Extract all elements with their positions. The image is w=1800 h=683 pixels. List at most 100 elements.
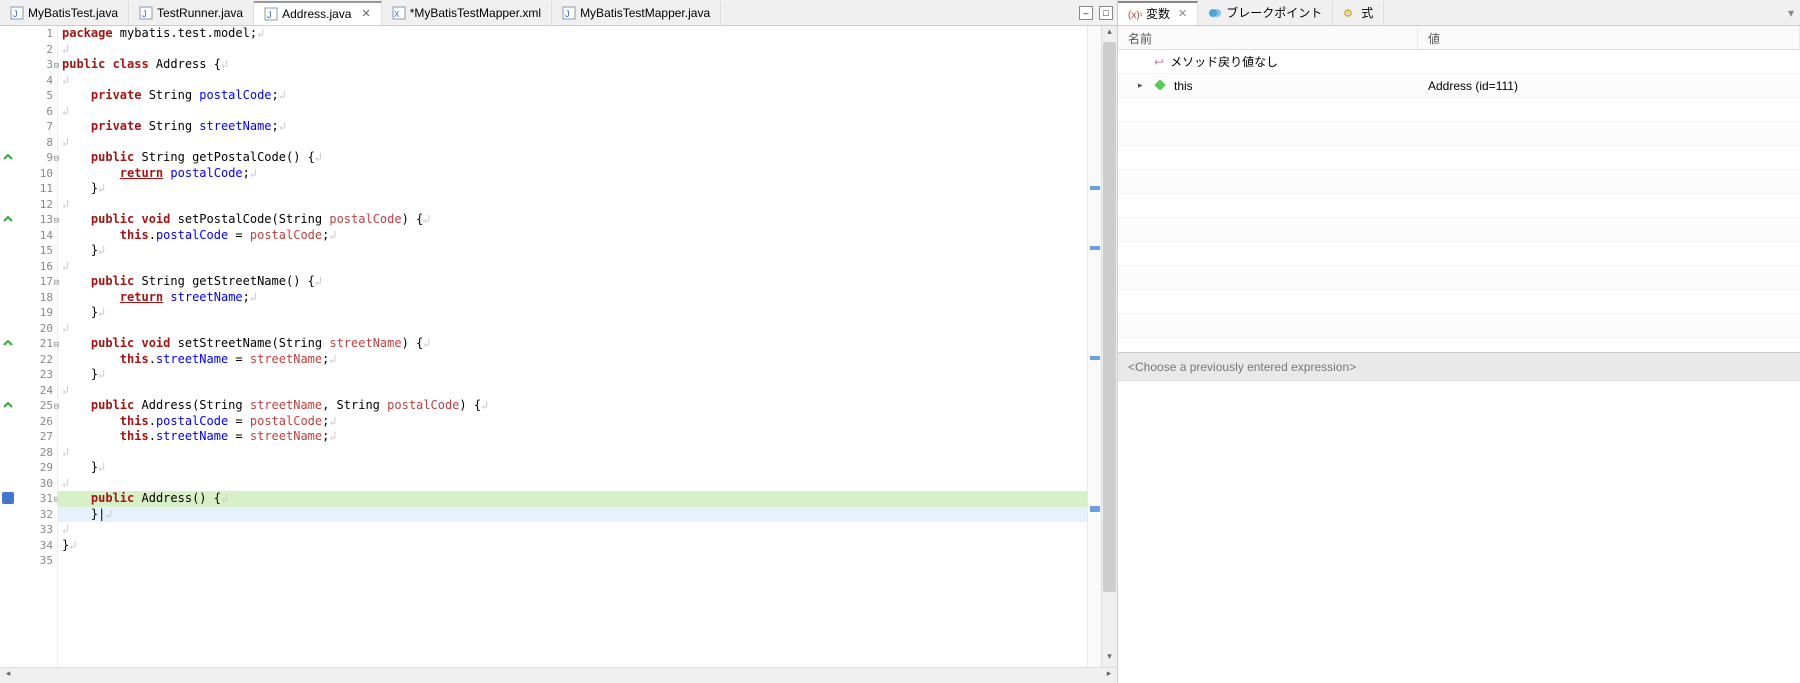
override-marker-icon[interactable] [2,399,14,411]
code-line[interactable]: private String streetName;↲ [58,119,1087,135]
gutter-line[interactable]: 27 [0,429,57,445]
code-line[interactable]: this.streetName = streetName;↲ [58,352,1087,368]
code-line[interactable]: return postalCode;↲ [58,166,1087,182]
code-line[interactable] [58,553,1087,569]
code-line[interactable]: package mybatis.test.model;↲ [58,26,1087,42]
gutter-line[interactable]: 28 [0,445,57,461]
code-line[interactable]: private String postalCode;↲ [58,88,1087,104]
code-line[interactable]: public class Address {↲ [58,57,1087,73]
code-line[interactable]: }↲ [58,181,1087,197]
code-line[interactable]: ↲ [58,476,1087,492]
code-line[interactable]: public String getPostalCode() {↲ [58,150,1087,166]
gutter-line[interactable]: 16 [0,259,57,275]
gutter-line[interactable]: 17⊟ [0,274,57,290]
code-line[interactable]: ↲ [58,522,1087,538]
gutter-line[interactable]: 33 [0,522,57,538]
code-line[interactable]: ↲ [58,135,1087,151]
expression-details[interactable] [1118,380,1800,683]
column-header-value[interactable]: 値 [1418,26,1800,49]
gutter-line[interactable]: 31⊟ [0,491,57,507]
gutter-line[interactable]: 8 [0,135,57,151]
expand-toggle-icon[interactable]: ▸ [1138,80,1148,91]
code-line[interactable]: this.postalCode = postalCode;↲ [58,414,1087,430]
gutter-line[interactable]: 35 [0,553,57,569]
code-line[interactable]: return streetName;↲ [58,290,1087,306]
overview-marker[interactable] [1090,506,1100,512]
editor-tab[interactable]: X*MyBatisTestMapper.xml [382,1,552,25]
gutter-line[interactable]: 11 [0,181,57,197]
gutter-line[interactable]: 20 [0,321,57,337]
code-line[interactable]: ↲ [58,259,1087,275]
overview-marker[interactable] [1090,356,1100,360]
code-line[interactable]: public Address(String streetName, String… [58,398,1087,414]
gutter-line[interactable]: 1 [0,26,57,42]
gutter-line[interactable]: 7 [0,119,57,135]
scroll-up-arrow[interactable]: ▴ [1102,26,1117,42]
gutter-line[interactable]: 29 [0,460,57,476]
horizontal-scrollbar[interactable]: ◂ ▸ [0,667,1117,683]
vertical-scrollbar[interactable]: ▴ ▾ [1101,26,1117,667]
gutter-line[interactable]: 23 [0,367,57,383]
variables-tree[interactable]: ↩メソッド戻り値なし▸thisAddress (id=111) [1118,50,1800,352]
gutter-line[interactable]: 18 [0,290,57,306]
column-header-name[interactable]: 名前 [1118,26,1418,49]
gutter-line[interactable]: 12 [0,197,57,213]
code-line[interactable]: ↲ [58,42,1087,58]
code-line[interactable]: ↲ [58,383,1087,399]
override-marker-icon[interactable] [2,213,14,225]
code-line[interactable]: this.postalCode = postalCode;↲ [58,228,1087,244]
debug-current-line-icon[interactable] [2,492,14,504]
code-line[interactable]: ↲ [58,445,1087,461]
debug-view-tab[interactable]: ⚙式 [1333,1,1384,25]
overview-marker[interactable] [1090,186,1100,190]
close-icon[interactable]: ✕ [1178,7,1187,20]
override-marker-icon[interactable] [2,151,14,163]
gutter-line[interactable]: 21⊟ [0,336,57,352]
gutter-line[interactable]: 13⊟ [0,212,57,228]
scroll-left-arrow[interactable]: ◂ [0,668,16,683]
code-line[interactable]: }↲ [58,367,1087,383]
code-line[interactable]: public Address() {↲ [58,491,1087,507]
code-line[interactable]: public void setPostalCode(String postalC… [58,212,1087,228]
code-line[interactable]: ↲ [58,104,1087,120]
code-line[interactable]: ↲ [58,197,1087,213]
editor-tab[interactable]: JAddress.java✕ [254,1,382,25]
scroll-down-arrow[interactable]: ▾ [1102,651,1117,667]
gutter-line[interactable]: 15 [0,243,57,259]
gutter-line[interactable]: 25⊟ [0,398,57,414]
gutter-line[interactable]: 34 [0,538,57,554]
code-line[interactable]: public String getStreetName() {↲ [58,274,1087,290]
expression-chooser[interactable]: <Choose a previously entered expression> [1118,352,1800,380]
code-body[interactable]: package mybatis.test.model;↲↲public clas… [58,26,1087,667]
gutter-line[interactable]: 5 [0,88,57,104]
code-line[interactable]: ↲ [58,321,1087,337]
code-line[interactable]: }|↲ [58,507,1087,523]
gutter-line[interactable]: 10 [0,166,57,182]
editor-tab[interactable]: JMyBatisTestMapper.java [552,1,721,25]
code-editor[interactable]: 123⊟456789⊟10111213⊟14151617⊟18192021⊟22… [0,26,1117,667]
gutter-line[interactable]: 24 [0,383,57,399]
gutter-line[interactable]: 14 [0,228,57,244]
gutter-line[interactable]: 4 [0,73,57,89]
variable-row[interactable]: ▸thisAddress (id=111) [1118,74,1800,98]
gutter-line[interactable]: 2 [0,42,57,58]
scroll-right-arrow[interactable]: ▸ [1101,668,1117,683]
overview-marker[interactable] [1090,246,1100,250]
gutter-line[interactable]: 30 [0,476,57,492]
variable-row[interactable]: ↩メソッド戻り値なし [1118,50,1800,74]
editor-tab[interactable]: JTestRunner.java [129,1,254,25]
code-line[interactable]: }↲ [58,243,1087,259]
overview-ruler[interactable] [1087,26,1101,667]
gutter-line[interactable]: 19 [0,305,57,321]
gutter-line[interactable]: 26 [0,414,57,430]
gutter-line[interactable]: 6 [0,104,57,120]
editor-tab[interactable]: JMyBatisTest.java [0,1,129,25]
gutter-line[interactable]: 32 [0,507,57,523]
minimize-button[interactable]: – [1079,6,1093,20]
code-line[interactable]: ↲ [58,73,1087,89]
gutter-line[interactable]: 3⊟ [0,57,57,73]
line-number-gutter[interactable]: 123⊟456789⊟10111213⊟14151617⊟18192021⊟22… [0,26,58,667]
maximize-button[interactable]: □ [1099,6,1113,20]
code-line[interactable]: }↲ [58,460,1087,476]
gutter-line[interactable]: 9⊟ [0,150,57,166]
